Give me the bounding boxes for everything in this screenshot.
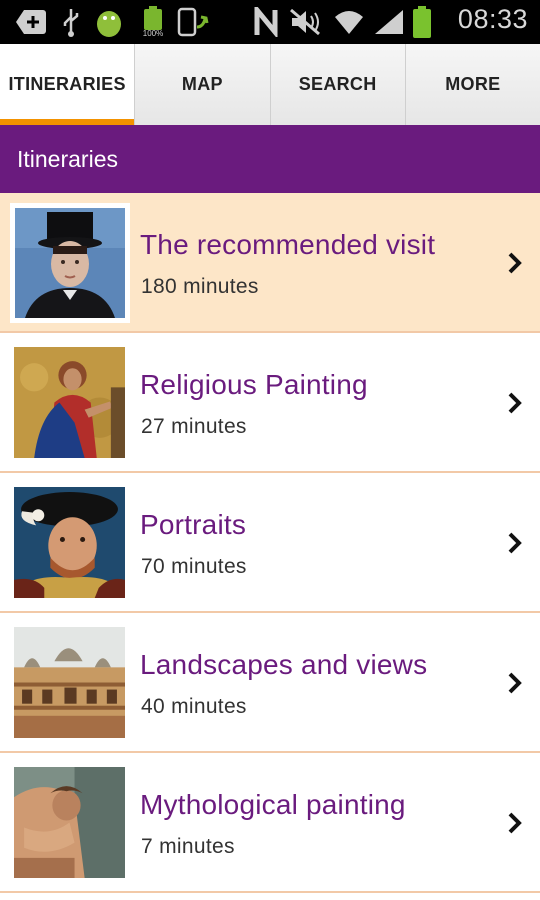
itinerary-duration: 40 minutes <box>141 695 247 718</box>
itinerary-item-religious-painting[interactable]: Religious Painting 27 minutes <box>0 333 540 473</box>
tab-label: ITINERARIES <box>8 74 126 94</box>
section-header: Itineraries <box>0 125 540 193</box>
tab-label: MORE <box>445 74 501 94</box>
itinerary-item-portraits[interactable]: Portraits 70 minutes <box>0 473 540 613</box>
itinerary-thumbnail <box>14 767 125 878</box>
itinerary-thumbnail <box>14 347 125 458</box>
itinerary-item-recommended-visit[interactable]: The recommended visit 180 minutes <box>0 193 540 333</box>
usb-icon <box>58 6 84 38</box>
battery-icon <box>410 6 434 38</box>
nfc-icon <box>252 6 282 38</box>
chevron-right-icon <box>508 532 522 554</box>
itinerary-title: Portraits <box>140 509 247 540</box>
tab-more[interactable]: MORE <box>406 44 540 125</box>
itinerary-title: Landscapes and views <box>140 649 428 680</box>
itinerary-duration: 27 minutes <box>141 415 247 438</box>
itinerary-thumbnail <box>14 627 125 738</box>
battery-full-icon: 100% <box>138 6 168 38</box>
signal-icon <box>372 6 406 38</box>
status-bar: 100% 08:33 <box>0 0 540 44</box>
itinerary-duration: 7 minutes <box>141 835 235 858</box>
itinerary-duration: 70 minutes <box>141 555 247 578</box>
android-debug-icon <box>92 6 126 38</box>
itinerary-list: The recommended visit 180 minutes Religi… <box>0 193 540 893</box>
chevron-right-icon <box>508 252 522 274</box>
battery-percent-label: 100% <box>142 29 164 38</box>
tab-bar: ITINERARIES MAP SEARCH MORE <box>0 44 540 125</box>
wifi-icon <box>332 6 366 38</box>
tab-map[interactable]: MAP <box>135 44 271 125</box>
chevron-right-icon <box>508 812 522 834</box>
itinerary-thumbnail <box>10 203 130 323</box>
itinerary-title: Religious Painting <box>140 369 368 400</box>
chevron-right-icon <box>508 392 522 414</box>
itinerary-thumbnail <box>14 487 125 598</box>
tab-itineraries[interactable]: ITINERARIES <box>0 44 136 125</box>
phone-sync-icon <box>176 6 210 38</box>
add-icon <box>14 6 48 38</box>
itinerary-item-landscapes-and-views[interactable]: Landscapes and views 40 minutes <box>0 613 540 753</box>
itinerary-duration: 180 minutes <box>141 275 259 298</box>
itinerary-title: The recommended visit <box>140 229 436 260</box>
page-title: Itineraries <box>17 145 118 172</box>
tab-label: MAP <box>181 74 223 94</box>
tab-search[interactable]: SEARCH <box>271 44 406 125</box>
tab-label: SEARCH <box>298 74 377 94</box>
status-time: 08:33 <box>457 4 528 34</box>
mute-icon <box>288 6 322 38</box>
chevron-right-icon <box>508 672 522 694</box>
itinerary-item-mythological-painting[interactable]: Mythological painting 7 minutes <box>0 753 540 893</box>
itinerary-title: Mythological painting <box>140 789 406 820</box>
